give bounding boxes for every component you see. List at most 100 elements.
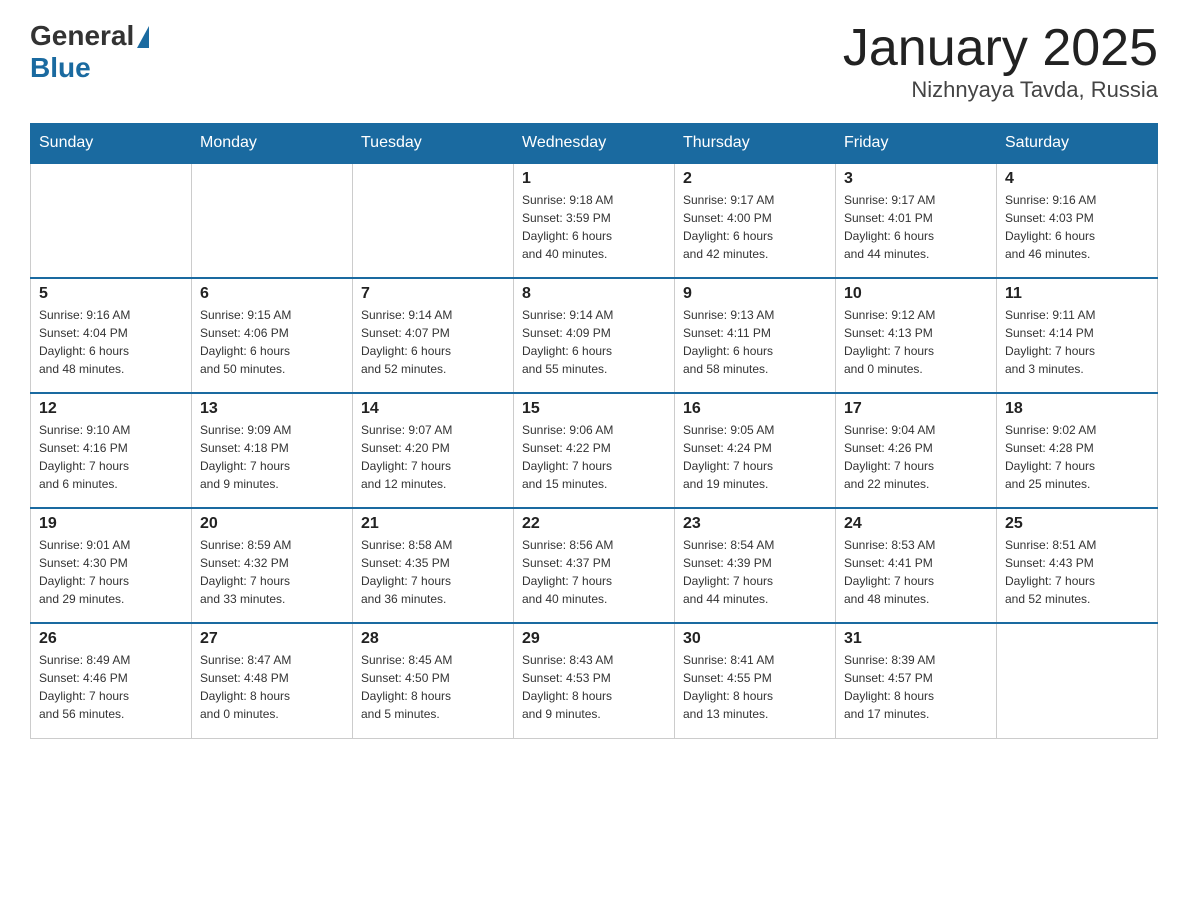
- day-info: Sunrise: 8:41 AM Sunset: 4:55 PM Dayligh…: [683, 651, 827, 723]
- day-number: 4: [1005, 170, 1149, 188]
- weekday-header-monday: Monday: [192, 124, 353, 164]
- day-number: 6: [200, 285, 344, 303]
- day-number: 10: [844, 285, 988, 303]
- calendar-cell: 31 Sunrise: 8:39 AM Sunset: 4:57 PM Dayli…: [836, 623, 997, 738]
- calendar-cell: 11 Sunrise: 9:11 AM Sunset: 4:14 PM Dayli…: [997, 278, 1158, 393]
- day-info: Sunrise: 9:17 AM Sunset: 4:00 PM Dayligh…: [683, 191, 827, 263]
- day-number: 21: [361, 515, 505, 533]
- day-info: Sunrise: 8:54 AM Sunset: 4:39 PM Dayligh…: [683, 536, 827, 608]
- day-number: 25: [1005, 515, 1149, 533]
- day-info: Sunrise: 8:45 AM Sunset: 4:50 PM Dayligh…: [361, 651, 505, 723]
- day-number: 20: [200, 515, 344, 533]
- page-header: General Blue January 2025 Nizhnyaya Tavd…: [30, 20, 1158, 103]
- day-number: 31: [844, 630, 988, 648]
- day-number: 29: [522, 630, 666, 648]
- day-info: Sunrise: 9:05 AM Sunset: 4:24 PM Dayligh…: [683, 421, 827, 493]
- day-number: 24: [844, 515, 988, 533]
- day-info: Sunrise: 9:15 AM Sunset: 4:06 PM Dayligh…: [200, 306, 344, 378]
- logo-triangle-icon: [137, 26, 149, 48]
- weekday-header-friday: Friday: [836, 124, 997, 164]
- day-info: Sunrise: 9:13 AM Sunset: 4:11 PM Dayligh…: [683, 306, 827, 378]
- calendar-cell: 23Sunrise: 8:54 AM Sunset: 4:39 PM Dayli…: [675, 508, 836, 623]
- weekday-header-sunday: Sunday: [31, 124, 192, 164]
- day-number: 30: [683, 630, 827, 648]
- calendar-cell: 10 Sunrise: 9:12 AM Sunset: 4:13 PM Dayli…: [836, 278, 997, 393]
- title-block: January 2025 Nizhnyaya Tavda, Russia: [843, 20, 1158, 103]
- calendar-cell: 8 Sunrise: 9:14 AM Sunset: 4:09 PM Daylig…: [514, 278, 675, 393]
- calendar-cell: 17 Sunrise: 9:04 AM Sunset: 4:26 PM Dayli…: [836, 393, 997, 508]
- day-number: 13: [200, 400, 344, 418]
- day-info: Sunrise: 8:39 AM Sunset: 4:57 PM Dayligh…: [844, 651, 988, 723]
- day-number: 19: [39, 515, 183, 533]
- calendar-cell: [353, 163, 514, 278]
- calendar-cell: 26 Sunrise: 8:49 AM Sunset: 4:46 PM Dayli…: [31, 623, 192, 738]
- day-info: Sunrise: 8:56 AM Sunset: 4:37 PM Dayligh…: [522, 536, 666, 608]
- calendar-cell: 13 Sunrise: 9:09 AM Sunset: 4:18 PM Dayli…: [192, 393, 353, 508]
- day-info: Sunrise: 8:51 AM Sunset: 4:43 PM Dayligh…: [1005, 536, 1149, 608]
- day-info: Sunrise: 9:10 AM Sunset: 4:16 PM Dayligh…: [39, 421, 183, 493]
- day-number: 2: [683, 170, 827, 188]
- day-number: 17: [844, 400, 988, 418]
- calendar-cell: 15Sunrise: 9:06 AM Sunset: 4:22 PM Dayli…: [514, 393, 675, 508]
- calendar-cell: 6 Sunrise: 9:15 AM Sunset: 4:06 PM Daylig…: [192, 278, 353, 393]
- week-row-2: 5 Sunrise: 9:16 AM Sunset: 4:04 PM Daylig…: [31, 278, 1158, 393]
- day-info: Sunrise: 8:49 AM Sunset: 4:46 PM Dayligh…: [39, 651, 183, 723]
- day-info: Sunrise: 9:12 AM Sunset: 4:13 PM Dayligh…: [844, 306, 988, 378]
- calendar-subtitle: Nizhnyaya Tavda, Russia: [843, 77, 1158, 103]
- week-row-3: 12 Sunrise: 9:10 AM Sunset: 4:16 PM Dayli…: [31, 393, 1158, 508]
- weekday-header-saturday: Saturday: [997, 124, 1158, 164]
- calendar-cell: 27 Sunrise: 8:47 AM Sunset: 4:48 PM Dayli…: [192, 623, 353, 738]
- calendar-cell: 12 Sunrise: 9:10 AM Sunset: 4:16 PM Dayli…: [31, 393, 192, 508]
- day-number: 8: [522, 285, 666, 303]
- weekday-header-wednesday: Wednesday: [514, 124, 675, 164]
- calendar-title: January 2025: [843, 20, 1158, 77]
- week-row-5: 26 Sunrise: 8:49 AM Sunset: 4:46 PM Dayli…: [31, 623, 1158, 738]
- logo-blue-text: Blue: [30, 52, 91, 83]
- weekday-header-tuesday: Tuesday: [353, 124, 514, 164]
- calendar-cell: 16 Sunrise: 9:05 AM Sunset: 4:24 PM Dayli…: [675, 393, 836, 508]
- calendar-cell: 9Sunrise: 9:13 AM Sunset: 4:11 PM Daylig…: [675, 278, 836, 393]
- calendar-cell: [997, 623, 1158, 738]
- day-info: Sunrise: 8:47 AM Sunset: 4:48 PM Dayligh…: [200, 651, 344, 723]
- calendar-cell: 25 Sunrise: 8:51 AM Sunset: 4:43 PM Dayli…: [997, 508, 1158, 623]
- day-number: 18: [1005, 400, 1149, 418]
- day-info: Sunrise: 8:59 AM Sunset: 4:32 PM Dayligh…: [200, 536, 344, 608]
- calendar-cell: [192, 163, 353, 278]
- day-number: 5: [39, 285, 183, 303]
- calendar-cell: 4 Sunrise: 9:16 AM Sunset: 4:03 PM Daylig…: [997, 163, 1158, 278]
- day-number: 11: [1005, 285, 1149, 303]
- logo-general-text: General: [30, 20, 134, 52]
- week-row-1: 1Sunrise: 9:18 AM Sunset: 3:59 PM Daylig…: [31, 163, 1158, 278]
- day-number: 12: [39, 400, 183, 418]
- day-number: 16: [683, 400, 827, 418]
- calendar-cell: 28 Sunrise: 8:45 AM Sunset: 4:50 PM Dayli…: [353, 623, 514, 738]
- calendar-cell: 19 Sunrise: 9:01 AM Sunset: 4:30 PM Dayli…: [31, 508, 192, 623]
- calendar-cell: 18 Sunrise: 9:02 AM Sunset: 4:28 PM Dayli…: [997, 393, 1158, 508]
- calendar-cell: 20 Sunrise: 8:59 AM Sunset: 4:32 PM Dayli…: [192, 508, 353, 623]
- day-info: Sunrise: 9:11 AM Sunset: 4:14 PM Dayligh…: [1005, 306, 1149, 378]
- calendar-cell: 30 Sunrise: 8:41 AM Sunset: 4:55 PM Dayli…: [675, 623, 836, 738]
- day-number: 27: [200, 630, 344, 648]
- calendar-cell: [31, 163, 192, 278]
- day-info: Sunrise: 9:04 AM Sunset: 4:26 PM Dayligh…: [844, 421, 988, 493]
- day-info: Sunrise: 9:02 AM Sunset: 4:28 PM Dayligh…: [1005, 421, 1149, 493]
- calendar-cell: 22 Sunrise: 8:56 AM Sunset: 4:37 PM Dayli…: [514, 508, 675, 623]
- day-info: Sunrise: 9:16 AM Sunset: 4:03 PM Dayligh…: [1005, 191, 1149, 263]
- logo: General Blue: [30, 20, 149, 84]
- day-info: Sunrise: 8:58 AM Sunset: 4:35 PM Dayligh…: [361, 536, 505, 608]
- day-number: 22: [522, 515, 666, 533]
- day-info: Sunrise: 9:09 AM Sunset: 4:18 PM Dayligh…: [200, 421, 344, 493]
- day-number: 28: [361, 630, 505, 648]
- day-number: 26: [39, 630, 183, 648]
- day-number: 3: [844, 170, 988, 188]
- calendar-table: SundayMondayTuesdayWednesdayThursdayFrid…: [30, 123, 1158, 739]
- weekday-header-thursday: Thursday: [675, 124, 836, 164]
- day-info: Sunrise: 9:01 AM Sunset: 4:30 PM Dayligh…: [39, 536, 183, 608]
- day-info: Sunrise: 9:16 AM Sunset: 4:04 PM Dayligh…: [39, 306, 183, 378]
- day-info: Sunrise: 8:53 AM Sunset: 4:41 PM Dayligh…: [844, 536, 988, 608]
- day-info: Sunrise: 9:17 AM Sunset: 4:01 PM Dayligh…: [844, 191, 988, 263]
- calendar-cell: 29Sunrise: 8:43 AM Sunset: 4:53 PM Dayli…: [514, 623, 675, 738]
- day-info: Sunrise: 9:14 AM Sunset: 4:09 PM Dayligh…: [522, 306, 666, 378]
- calendar-cell: 3 Sunrise: 9:17 AM Sunset: 4:01 PM Daylig…: [836, 163, 997, 278]
- day-number: 1: [522, 170, 666, 188]
